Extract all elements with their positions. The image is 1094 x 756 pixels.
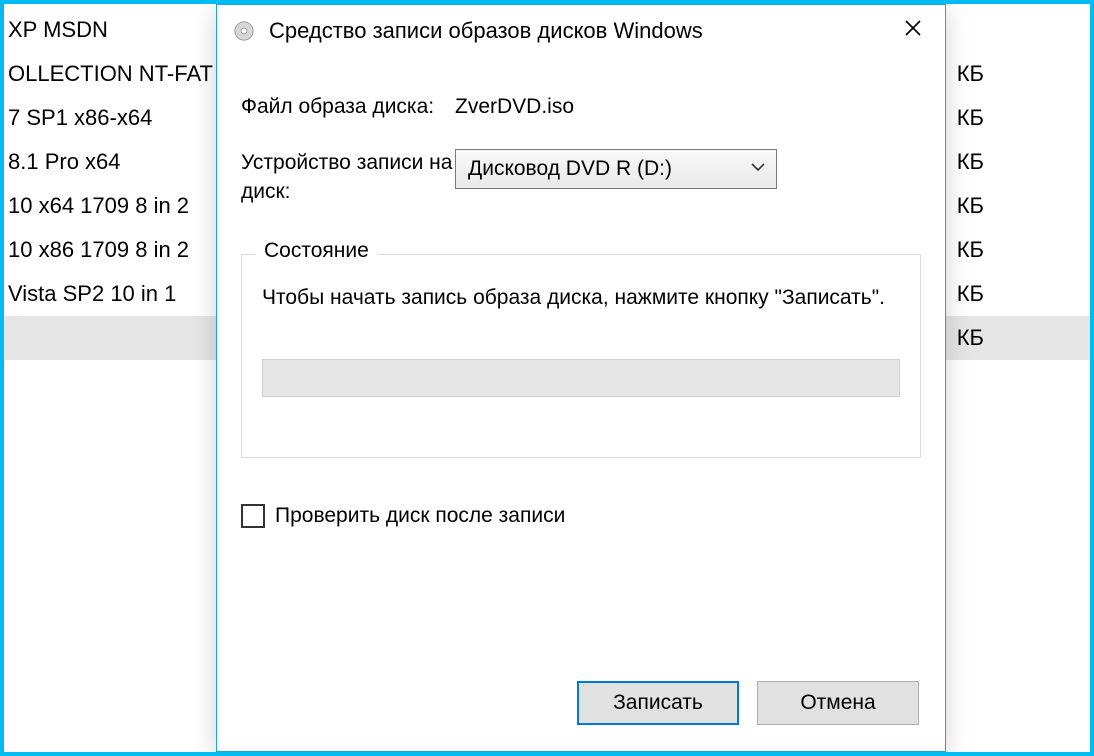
image-file-label: Файл образа диска: [241, 93, 455, 121]
file-size: КБ [957, 228, 1090, 272]
file-name: XP MSDN [8, 8, 108, 52]
burn-image-dialog: Средство записи образов дисков Windows Ф… [216, 4, 946, 752]
burn-button-label: Записать [613, 691, 703, 715]
status-group: Состояние Чтобы начать запись образа дис… [241, 254, 921, 458]
file-size: КБ [957, 96, 1090, 140]
file-name: Vista SP2 10 in 1 [8, 272, 176, 316]
titlebar: Средство записи образов дисков Windows [217, 5, 945, 57]
status-text: Чтобы начать запись образа диска, нажмит… [262, 283, 900, 313]
status-legend: Состояние [256, 239, 377, 263]
close-button[interactable] [885, 9, 941, 53]
cancel-button[interactable]: Отмена [757, 681, 919, 725]
file-name: 7 SP1 x86-x64 [8, 96, 152, 140]
file-name: OLLECTION NT-FAT [8, 52, 213, 96]
image-file-row: Файл образа диска: ZverDVD.iso [241, 93, 921, 121]
file-size [984, 8, 1090, 52]
file-name: 10 x64 1709 8 in 2 [8, 184, 189, 228]
burner-select[interactable]: Дисковод DVD R (D:) [455, 149, 777, 189]
file-name: 10 x86 1709 8 in 2 [8, 228, 189, 272]
burner-row: Устройство записи на диск: Дисковод DVD … [241, 149, 921, 206]
progress-bar [262, 359, 900, 397]
file-size: КБ [957, 140, 1090, 184]
verify-checkbox[interactable]: Проверить диск после записи [241, 504, 921, 528]
dialog-title: Средство записи образов дисков Windows [269, 18, 885, 44]
checkbox-box-icon [241, 504, 265, 528]
file-name: 8.1 Pro x64 [8, 140, 121, 184]
verify-checkbox-label: Проверить диск после записи [275, 504, 565, 528]
close-icon [904, 19, 922, 43]
image-file-value: ZverDVD.iso [455, 93, 574, 119]
chevron-down-icon [750, 157, 766, 181]
burn-button[interactable]: Записать [577, 681, 739, 725]
file-size: КБ [957, 52, 1090, 96]
file-size: КБ [957, 184, 1090, 228]
dialog-buttons: Записать Отмена [577, 681, 919, 725]
burner-select-value: Дисковод DVD R (D:) [468, 157, 672, 181]
file-size: КБ [957, 316, 1090, 360]
burner-label: Устройство записи на диск: [241, 149, 455, 206]
file-size: КБ [957, 272, 1090, 316]
dialog-content: Файл образа диска: ZverDVD.iso Устройств… [217, 57, 945, 528]
disc-icon [233, 20, 255, 42]
cancel-button-label: Отмена [800, 691, 875, 715]
